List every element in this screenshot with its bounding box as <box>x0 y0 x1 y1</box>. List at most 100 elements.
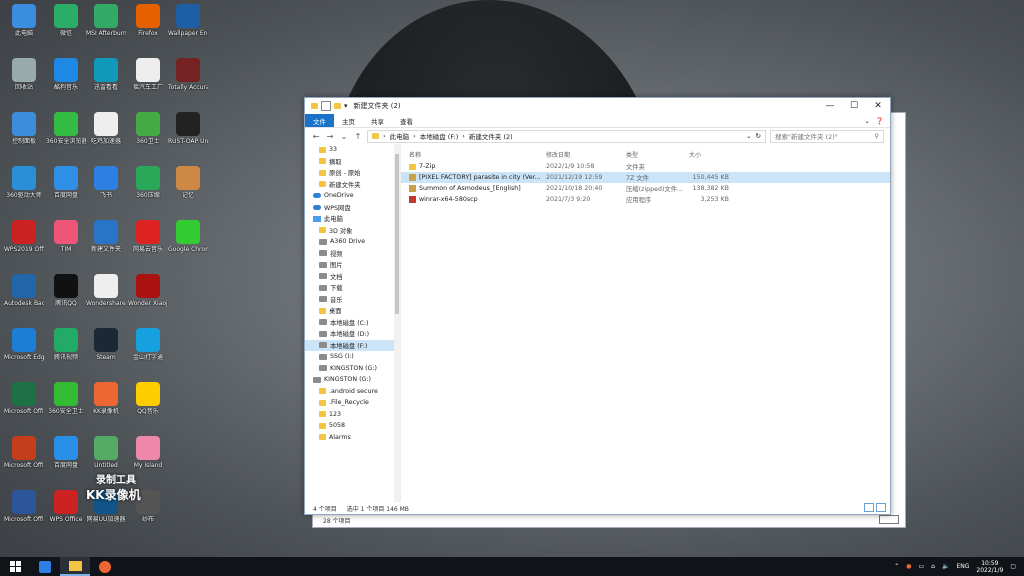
close-button[interactable]: ✕ <box>866 101 890 111</box>
desktop-icon[interactable]: 回收站 <box>4 58 44 91</box>
up-icon[interactable]: ↑ <box>353 132 363 141</box>
file-list[interactable]: 名称 修改日期 类型 大小 7-Zip 2022/1/9 10:58 文件夹 [PIX… <box>401 144 890 502</box>
desktop-icon[interactable]: WPS2019 Office... <box>4 220 44 253</box>
title-bar[interactable]: ▾ 新建文件夹 (2) — ☐ ✕ <box>305 98 890 114</box>
minimize-button[interactable]: — <box>818 101 842 111</box>
sidebar-item[interactable]: .android secure <box>305 386 400 398</box>
desktop-icon[interactable]: 百度网盘 <box>46 166 86 199</box>
sidebar-item[interactable]: 本地磁盘 (F:) <box>305 339 400 351</box>
desktop-icon[interactable]: 360安全卫士 <box>46 382 86 415</box>
sidebar-item[interactable]: SSG (I:) <box>305 351 400 363</box>
navigation-pane[interactable]: 33 摘取 原创 - 原始 新建文件夹 OneDrive WPS网盘 此电脑 3D 对象 A36… <box>305 144 401 502</box>
maximize-button[interactable]: ☐ <box>842 101 866 111</box>
sidebar-item[interactable]: 123 <box>305 409 400 421</box>
expand-ribbon-icon[interactable]: ⌄ <box>864 117 869 125</box>
sidebar-item[interactable]: 桌面 <box>305 305 400 317</box>
desktop-icon[interactable]: 吃鸡加速器 <box>86 112 126 145</box>
desktop-icon[interactable]: 腾讯视频 <box>46 328 86 361</box>
desktop-icon[interactable]: 网易云音乐 <box>128 220 168 253</box>
desktop-icon[interactable]: Google Chrome <box>168 220 208 253</box>
sidebar-item[interactable]: .File_Recycle <box>305 397 400 409</box>
sidebar-item[interactable]: 33 <box>305 144 400 156</box>
desktop-icon[interactable]: MSI Afterburner <box>86 4 126 37</box>
clock[interactable]: 10:59 2022/1/9 <box>976 560 1003 574</box>
properties-icon[interactable] <box>321 101 331 111</box>
sidebar-item[interactable]: KINGSTON (G:) <box>305 363 400 375</box>
battery-icon[interactable]: ▭ <box>918 563 924 570</box>
column-size[interactable]: 大小 <box>689 150 729 159</box>
desktop-icon[interactable]: KK录像机 <box>86 382 126 415</box>
sidebar-item[interactable]: 图片 <box>305 259 400 271</box>
sidebar-item[interactable]: 此电脑 <box>305 213 400 225</box>
view-toggle[interactable] <box>879 515 899 524</box>
show-hidden-icons[interactable]: ⌃ <box>894 563 899 570</box>
column-type[interactable]: 类型 <box>626 150 689 159</box>
app-tray-icon[interactable]: ● <box>906 563 911 570</box>
sidebar-item[interactable]: 文档 <box>305 271 400 283</box>
sidebar-item[interactable]: KINGSTON (G:) <box>305 374 400 386</box>
sidebar-item[interactable]: 本地磁盘 (D:) <box>305 328 400 340</box>
breadcrumb-item[interactable]: 本地磁盘 (F:) <box>420 131 459 141</box>
desktop-icon[interactable]: 控制面板 <box>4 112 44 145</box>
column-name[interactable]: 名称 <box>401 150 546 159</box>
sidebar-item[interactable]: A360 Drive <box>305 236 400 248</box>
tab-file[interactable]: 文件 <box>305 114 334 127</box>
desktop-icon[interactable]: Microsoft Edge <box>4 328 44 361</box>
notification-icon[interactable]: ▢ <box>1010 563 1016 570</box>
desktop-icon[interactable]: 360安全浏览器 <box>46 112 86 145</box>
desktop-icon[interactable]: My Island <box>128 436 168 469</box>
desktop-icon[interactable]: 金山打字通 <box>128 328 168 361</box>
details-view-button[interactable] <box>864 503 874 512</box>
back-icon[interactable]: ← <box>311 132 321 141</box>
taskbar-kk-recorder[interactable] <box>90 557 120 576</box>
sidebar-item[interactable]: 原创 - 原始 <box>305 167 400 179</box>
desktop-icon[interactable]: TIM <box>46 220 86 253</box>
breadcrumb-item[interactable]: 新建文件夹 (2) <box>469 131 513 141</box>
large-icons-view-button[interactable] <box>876 503 886 512</box>
sidebar-item[interactable]: 音乐 <box>305 294 400 306</box>
desktop-icon[interactable]: Wallpaper Engine... <box>168 4 208 37</box>
breadcrumb-item[interactable]: 此电脑 <box>390 131 410 141</box>
desktop-icon[interactable]: 新建文件夹 <box>86 220 126 253</box>
help-icon[interactable]: ❓ <box>876 117 884 125</box>
start-button[interactable] <box>0 557 30 576</box>
input-language[interactable]: ENG <box>956 563 969 570</box>
column-date[interactable]: 修改日期 <box>546 150 626 159</box>
desktop-icon[interactable]: WPS Office <box>46 490 86 523</box>
sidebar-item[interactable]: 下载 <box>305 282 400 294</box>
desktop-icon[interactable]: Untitled <box>86 436 126 469</box>
sidebar-item[interactable]: Alarms <box>305 432 400 444</box>
desktop-icon[interactable]: Wonder Xiaojian <box>128 274 168 307</box>
desktop-icon[interactable]: Totally Accurate... <box>168 58 208 91</box>
network-icon[interactable]: ⌂ <box>931 563 935 570</box>
desktop-icon[interactable]: 酷狗音乐 <box>46 58 86 91</box>
desktop-icon[interactable]: RUST-OAP Unitest <box>168 112 208 145</box>
tab-view[interactable]: 查看 <box>392 114 421 127</box>
tab-home[interactable]: 主页 <box>334 114 363 127</box>
recent-dropdown-icon[interactable]: ⌄ <box>339 132 349 141</box>
nav-scrollbar[interactable] <box>394 144 400 502</box>
tab-share[interactable]: 共享 <box>363 114 392 127</box>
new-folder-icon[interactable] <box>334 103 341 109</box>
desktop-icon[interactable]: 记忆 <box>168 166 208 199</box>
desktop-icon[interactable]: 微信 <box>46 4 86 37</box>
file-row[interactable]: 7-Zip 2022/1/9 10:58 文件夹 <box>401 161 890 172</box>
desktop-icon[interactable]: Microsoft Office Po... <box>4 436 44 469</box>
desktop-icon[interactable]: 迅雷看看 <box>86 58 126 91</box>
desktop-icon[interactable]: 腾讯QQ <box>46 274 86 307</box>
file-row[interactable]: [PIXEL FACTORY] parasite in city (Ver...… <box>401 172 890 183</box>
address-bar[interactable]: › 此电脑 › 本地磁盘 (F:) › 新建文件夹 (2) ⌄ ↻ <box>367 129 766 143</box>
forward-icon[interactable]: → <box>325 132 335 141</box>
customize-dropdown-icon[interactable]: ▾ <box>344 102 348 110</box>
desktop-icon[interactable]: Microsoft Office Wo... <box>4 490 44 523</box>
sidebar-item[interactable]: 5058 <box>305 420 400 432</box>
file-row[interactable]: winrar-x64-580scp 2021/7/3 9:20 应用程序 3,253 … <box>401 194 890 205</box>
desktop-icon[interactable]: Autodesk Backup 2019 <box>4 274 44 307</box>
desktop-icon[interactable]: 360卫士 <box>128 112 168 145</box>
sidebar-item[interactable]: 新建文件夹 <box>305 179 400 191</box>
sidebar-item[interactable]: OneDrive <box>305 190 400 202</box>
desktop-icon[interactable]: 飞书 <box>86 166 126 199</box>
explorer-window[interactable]: ▾ 新建文件夹 (2) — ☐ ✕ 文件 主页 共享 查看 ⌄ ❓ ← → ⌄ … <box>304 97 891 515</box>
taskbar-explorer[interactable] <box>60 557 90 576</box>
sidebar-item[interactable]: WPS网盘 <box>305 202 400 214</box>
